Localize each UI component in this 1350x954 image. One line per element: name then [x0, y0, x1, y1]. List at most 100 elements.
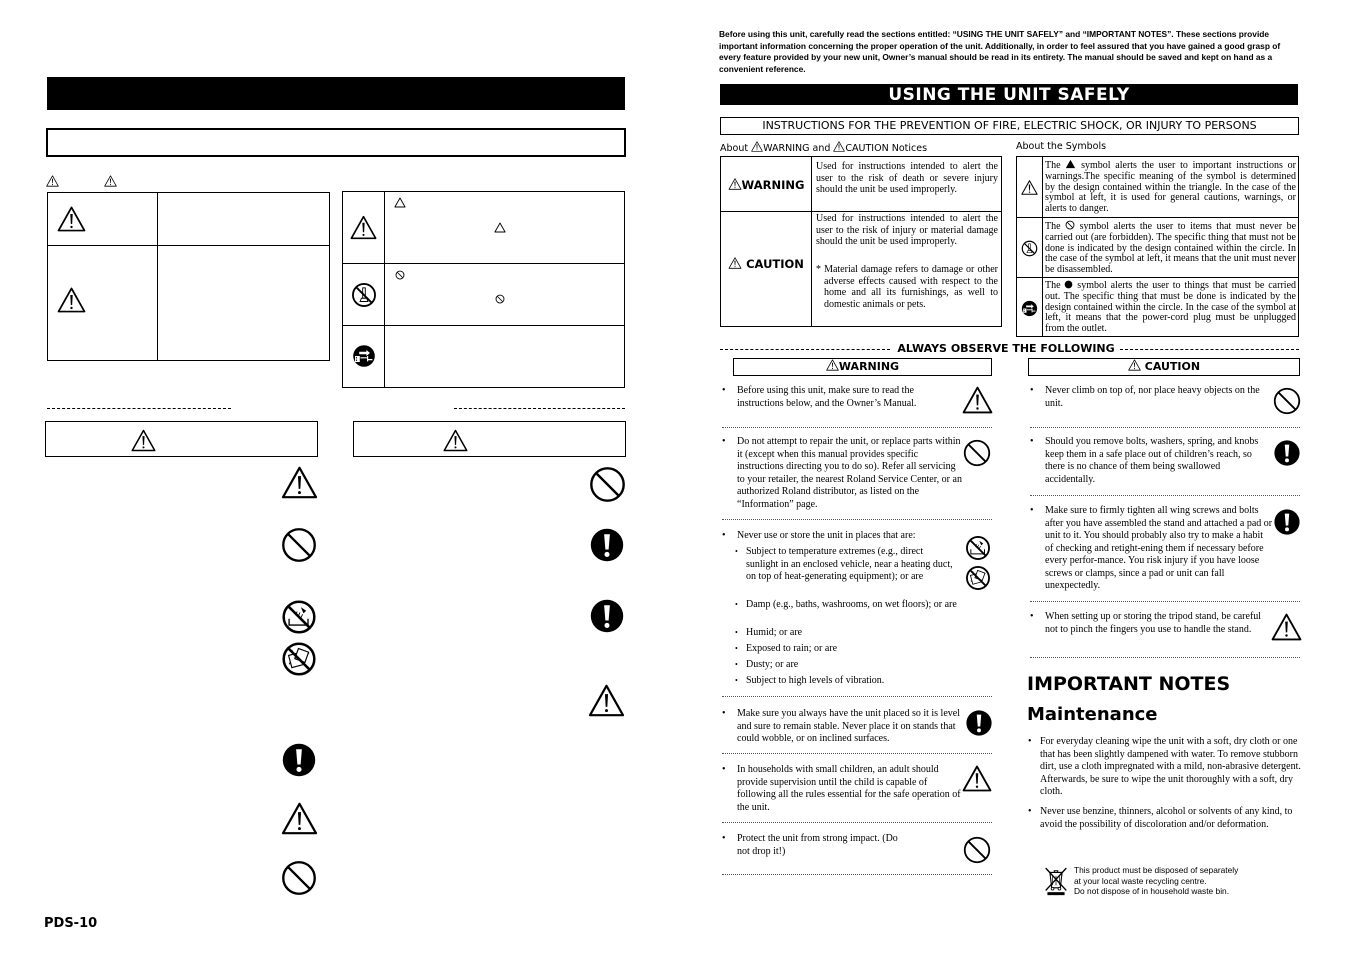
triangle-outline-icon	[394, 197, 406, 208]
warning-triangle-icon	[1271, 613, 1302, 641]
weee-crossed-bin-icon	[1044, 865, 1068, 897]
important-notes-heading: IMPORTANT NOTES	[1027, 673, 1231, 695]
mandatory-action-icon	[1273, 508, 1301, 536]
warning-triangle-icon	[962, 386, 993, 414]
symbol-description: The symbol alerts the user to things tha…	[1045, 280, 1297, 335]
prohibition-water-icon	[965, 535, 991, 561]
dotted-separator	[722, 427, 992, 428]
notice-row-caution: CAUTION Used for instructions intended t…	[721, 212, 1001, 327]
symbol-table: The symbol alerts the user to important …	[1016, 156, 1299, 337]
always-observe-heading: ALWAYS OBSERVE THE FOLLOWING	[897, 342, 1115, 355]
caution-description: Used for instructions intended to alert …	[816, 213, 998, 247]
mandatory-action-icon	[281, 742, 317, 778]
warning-triangle-icon	[833, 141, 845, 152]
left-notice-row-caution	[48, 246, 329, 361]
left-caution-heading	[353, 421, 626, 457]
left-warning-heading	[45, 421, 318, 457]
left-notice-header	[46, 175, 126, 189]
filled-dot-icon	[1064, 280, 1073, 289]
prohibition-disassemble-icon	[1021, 240, 1038, 257]
warning-triangle-icon	[57, 206, 86, 232]
caution-section-heading: CAUTION	[1028, 358, 1300, 376]
prohibition-icon	[963, 439, 991, 467]
bullet: •	[1028, 806, 1032, 817]
prohibition-wet-icon	[281, 641, 317, 677]
warning-triangle-icon	[281, 802, 318, 835]
dotted-separator	[722, 874, 992, 875]
mandatory-action-icon	[965, 709, 993, 737]
prohibition-icon	[281, 860, 317, 896]
intro-paragraph: Before using this unit, carefully read t…	[719, 29, 1281, 74]
warning-triangle-icon	[350, 215, 377, 240]
mandatory-action-icon	[1273, 439, 1301, 467]
about-symbols-caption: About the Symbols	[1016, 141, 1107, 152]
warning-triangle-icon	[281, 466, 318, 499]
page-title: USING THE UNIT SAFELY	[720, 84, 1298, 105]
warning-triangle-icon	[1021, 179, 1038, 196]
maintenance-heading: Maintenance	[1027, 704, 1158, 725]
dotted-separator	[722, 519, 992, 520]
about-notices-caption: About WARNING and CAUTION Notices	[720, 141, 928, 154]
warning-triangle-icon	[1128, 359, 1141, 371]
prohibition-icon	[589, 466, 626, 503]
page-number: PDS-10	[44, 916, 98, 931]
prohibition-icon	[963, 836, 991, 864]
dotted-separator	[1030, 601, 1300, 602]
bullet: •	[722, 833, 726, 844]
bullet: •	[722, 530, 726, 541]
warning-triangle-icon	[131, 429, 156, 452]
notice-row-warning: WARNING Used for instructions intended t…	[721, 157, 1001, 212]
prohibition-disassemble-icon	[351, 282, 377, 308]
left-notice-row-warning	[48, 193, 329, 246]
warning-triangle-icon	[57, 287, 86, 313]
dotted-rule	[1120, 349, 1299, 350]
instructions-heading: INSTRUCTIONS FOR THE PREVENTION OF FIRE,…	[720, 117, 1299, 135]
dotted-separator	[722, 696, 992, 697]
caution-footnote: * Material damage refers to damage or ot…	[816, 264, 998, 310]
prohibition-water-icon	[281, 599, 317, 635]
symbol-row-mandatory: The symbol alerts the user to things tha…	[1017, 278, 1298, 337]
bullet: •	[1030, 385, 1034, 396]
prohibition-small-icon	[495, 294, 505, 304]
prohibition-small-icon	[395, 270, 405, 280]
triangle-filled-icon	[1065, 159, 1076, 169]
warning-triangle-icon	[728, 257, 742, 269]
triangle-outline-icon	[494, 222, 506, 233]
warning-triangle-icon	[962, 765, 992, 792]
bullet: •	[1030, 611, 1034, 622]
warning-triangle-icon	[443, 429, 468, 452]
dotted-separator	[722, 822, 992, 823]
prohibition-icon	[1273, 387, 1301, 415]
bullet: •	[722, 385, 726, 396]
warning-triangle-icon	[751, 141, 763, 152]
left-symbol-row-prohibition	[343, 264, 624, 326]
dotted-separator	[1030, 657, 1300, 658]
bullet: •	[1030, 436, 1034, 447]
mandatory-action-icon	[589, 527, 625, 563]
warning-triangle-icon	[588, 684, 625, 717]
symbol-row-triangle: The symbol alerts the user to important …	[1017, 157, 1298, 218]
bullet: •	[1030, 505, 1034, 516]
bullet: •	[1028, 736, 1032, 747]
always-observe-divider: ALWAYS OBSERVE THE FOLLOWING	[720, 342, 1299, 356]
dotted-separator	[1030, 495, 1300, 496]
disposal-notice: This product must be disposed of separat…	[1074, 865, 1239, 897]
caution-label: CAUTION	[721, 257, 811, 271]
left-symbol-row-triangle	[343, 192, 624, 264]
mandatory-action-icon	[589, 598, 625, 634]
prohibition-icon	[281, 527, 317, 563]
bullet: •	[722, 436, 726, 447]
unplug-power-icon	[1021, 300, 1038, 317]
notice-table: WARNING Used for instructions intended t…	[720, 156, 1002, 327]
warning-label: WARNING	[721, 178, 811, 192]
warning-description: Used for instructions intended to alert …	[816, 161, 998, 195]
left-dotted-rule	[454, 408, 625, 409]
symbol-description: The symbol alerts the user to items that…	[1045, 221, 1297, 276]
bullet: •	[722, 708, 726, 719]
warning-triangle-icon	[104, 175, 117, 187]
left-notice-table	[47, 192, 330, 361]
dotted-separator	[1030, 427, 1300, 428]
warning-triangle-icon	[728, 178, 742, 190]
unplug-power-icon	[352, 344, 376, 368]
left-dotted-rule	[47, 408, 231, 409]
